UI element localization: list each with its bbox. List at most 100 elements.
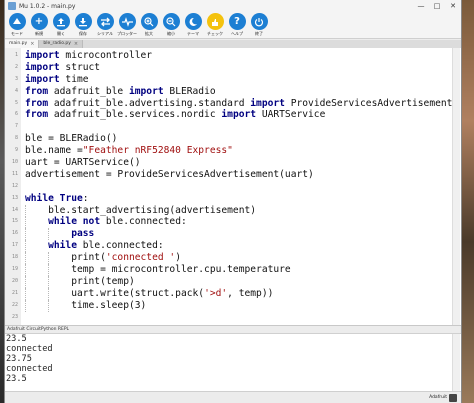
toolbar-label: 拡大 xyxy=(145,31,153,36)
toolbar-label: 縮小 xyxy=(167,31,175,36)
maximize-icon[interactable]: □ xyxy=(429,0,445,12)
code-line: 17 while ble.connected: xyxy=(5,240,461,253)
code-line: 16 pass xyxy=(5,228,461,241)
indent-guide xyxy=(48,228,50,241)
file-tabs: main.py × ble_radio.py × xyxy=(5,40,461,48)
code-line: 14 ble.start_advertising(advertisement) xyxy=(5,204,461,217)
code-text: from adafruit_ble.advertising.standard i… xyxy=(25,97,453,109)
help-icon: ? xyxy=(228,13,246,30)
help-button[interactable]: ? ヘルプ xyxy=(226,12,248,39)
toolbar-label: モード xyxy=(11,31,23,36)
code-line: 3 import time xyxy=(5,74,461,86)
check-button[interactable]: チェック xyxy=(204,12,226,39)
indent-guide xyxy=(48,275,50,288)
quit-icon xyxy=(250,13,268,30)
zoom-in-icon xyxy=(140,13,158,30)
code-line: 11 advertisement = ProvideServicesAdverti… xyxy=(5,169,461,181)
line-number: 4 xyxy=(14,87,18,94)
minimize-icon[interactable]: — xyxy=(413,0,429,12)
code-text: while not ble.connected: xyxy=(21,216,187,229)
serial-button[interactable]: シリアル xyxy=(94,12,116,39)
indent-guide xyxy=(25,228,26,241)
toolbar-label: プロッター xyxy=(117,31,137,36)
file-tab[interactable]: ble_radio.py × xyxy=(39,40,84,48)
code-text: import time xyxy=(25,73,89,85)
code-line: 23 xyxy=(5,312,461,324)
load-button[interactable]: 開く xyxy=(50,12,72,39)
load-icon xyxy=(52,13,70,30)
code-line: 15 while not ble.connected: xyxy=(5,216,461,229)
zoom-in-button[interactable]: 拡大 xyxy=(138,12,160,39)
repl-pane[interactable]: 23.5 connected 23.75 connected 23.5 xyxy=(5,333,461,392)
mode-indicator[interactable]: Adafruit xyxy=(429,395,447,400)
repl-line: connected xyxy=(6,344,53,354)
toolbar-label: 終了 xyxy=(255,31,263,36)
plotter-button[interactable]: プロッター xyxy=(116,12,138,39)
line-number: 20 xyxy=(11,277,18,284)
line-number: 2 xyxy=(14,63,18,70)
code-text: time.sleep(3) xyxy=(25,299,147,312)
plotter-icon xyxy=(118,13,136,30)
code-line: 6 from adafruit_ble.services.nordic impor… xyxy=(5,109,461,121)
mu-editor-window: Mu 1.0.2 - main.py — □ ✕ モード + 新規開く 保存 シリアルプ… xyxy=(4,0,462,403)
line-number: 12 xyxy=(11,182,18,189)
title-bar: Mu 1.0.2 - main.py — □ ✕ xyxy=(5,0,461,12)
repl-scrollbar[interactable] xyxy=(452,334,460,392)
desktop-background-right xyxy=(462,0,474,403)
save-button[interactable]: 保存 xyxy=(72,12,94,39)
new-button[interactable]: + 新規 xyxy=(28,12,50,39)
line-number: 3 xyxy=(14,75,18,82)
line-number: 11 xyxy=(11,170,18,177)
indent-guide xyxy=(48,299,50,312)
code-text: uart = UARTService() xyxy=(25,157,141,169)
code-editor[interactable]: 1 import microcontroller 2 import struct 3 im… xyxy=(5,48,461,325)
settings-icon[interactable] xyxy=(449,394,457,402)
line-number: 8 xyxy=(14,135,18,142)
file-tab[interactable]: main.py × xyxy=(5,40,40,48)
tab-label: ble_radio.py xyxy=(43,41,71,46)
mode-button[interactable]: モード xyxy=(6,12,28,39)
indent-guide xyxy=(48,264,50,277)
code-line: 8 ble = BLERadio() xyxy=(5,133,461,145)
code-line: 13 while True: xyxy=(5,193,461,205)
close-icon[interactable]: ✕ xyxy=(445,0,461,12)
theme-icon xyxy=(184,13,202,30)
line-number: 17 xyxy=(11,242,18,249)
new-icon: + xyxy=(30,13,48,30)
indent-guide xyxy=(25,252,26,265)
code-text: while ble.connected: xyxy=(21,240,164,253)
theme-button[interactable]: テーマ xyxy=(182,12,204,39)
editor-scrollbar[interactable] xyxy=(452,48,460,325)
code-line: 12 xyxy=(5,181,461,193)
toolbar-label: シリアル xyxy=(97,31,113,36)
tab-close-icon[interactable]: × xyxy=(74,40,78,48)
toolbar-label: 保存 xyxy=(79,31,87,36)
code-text: ble.name ="Feather nRF52840 Express" xyxy=(25,145,233,157)
tab-close-icon[interactable]: × xyxy=(30,40,34,48)
indent-guide xyxy=(25,299,26,312)
code-line: 1 import microcontroller xyxy=(5,50,461,62)
code-line: 7 xyxy=(5,121,461,133)
line-number: 6 xyxy=(14,111,18,118)
line-number: 22 xyxy=(11,301,18,308)
repl-output: 23.5 connected 23.75 connected 23.5 xyxy=(5,334,461,384)
line-number: 18 xyxy=(11,254,18,261)
repl-line: 23.5 xyxy=(6,374,27,384)
code-text: ble.start_advertising(advertisement) xyxy=(25,204,257,217)
code-text: while True: xyxy=(25,192,89,204)
indent-guide xyxy=(25,264,26,277)
zoom-out-button[interactable]: 縮小 xyxy=(160,12,182,39)
quit-button[interactable]: 終了 xyxy=(248,12,270,39)
code-text: ble = BLERadio() xyxy=(25,133,118,145)
code-text: import struct xyxy=(25,61,101,73)
line-number: 7 xyxy=(14,123,18,130)
code-text: pass xyxy=(21,228,94,241)
code-line: 21 uart.write(struct.pack('>d', temp)) xyxy=(5,287,461,300)
code-line: 9 ble.name ="Feather nRF52840 Express" xyxy=(5,145,461,157)
toolbar-label: 開く xyxy=(57,31,65,36)
tab-label: main.py xyxy=(9,41,28,46)
line-number: 15 xyxy=(11,218,18,225)
code-lines: 1 import microcontroller 2 import struct 3 im… xyxy=(5,50,461,323)
